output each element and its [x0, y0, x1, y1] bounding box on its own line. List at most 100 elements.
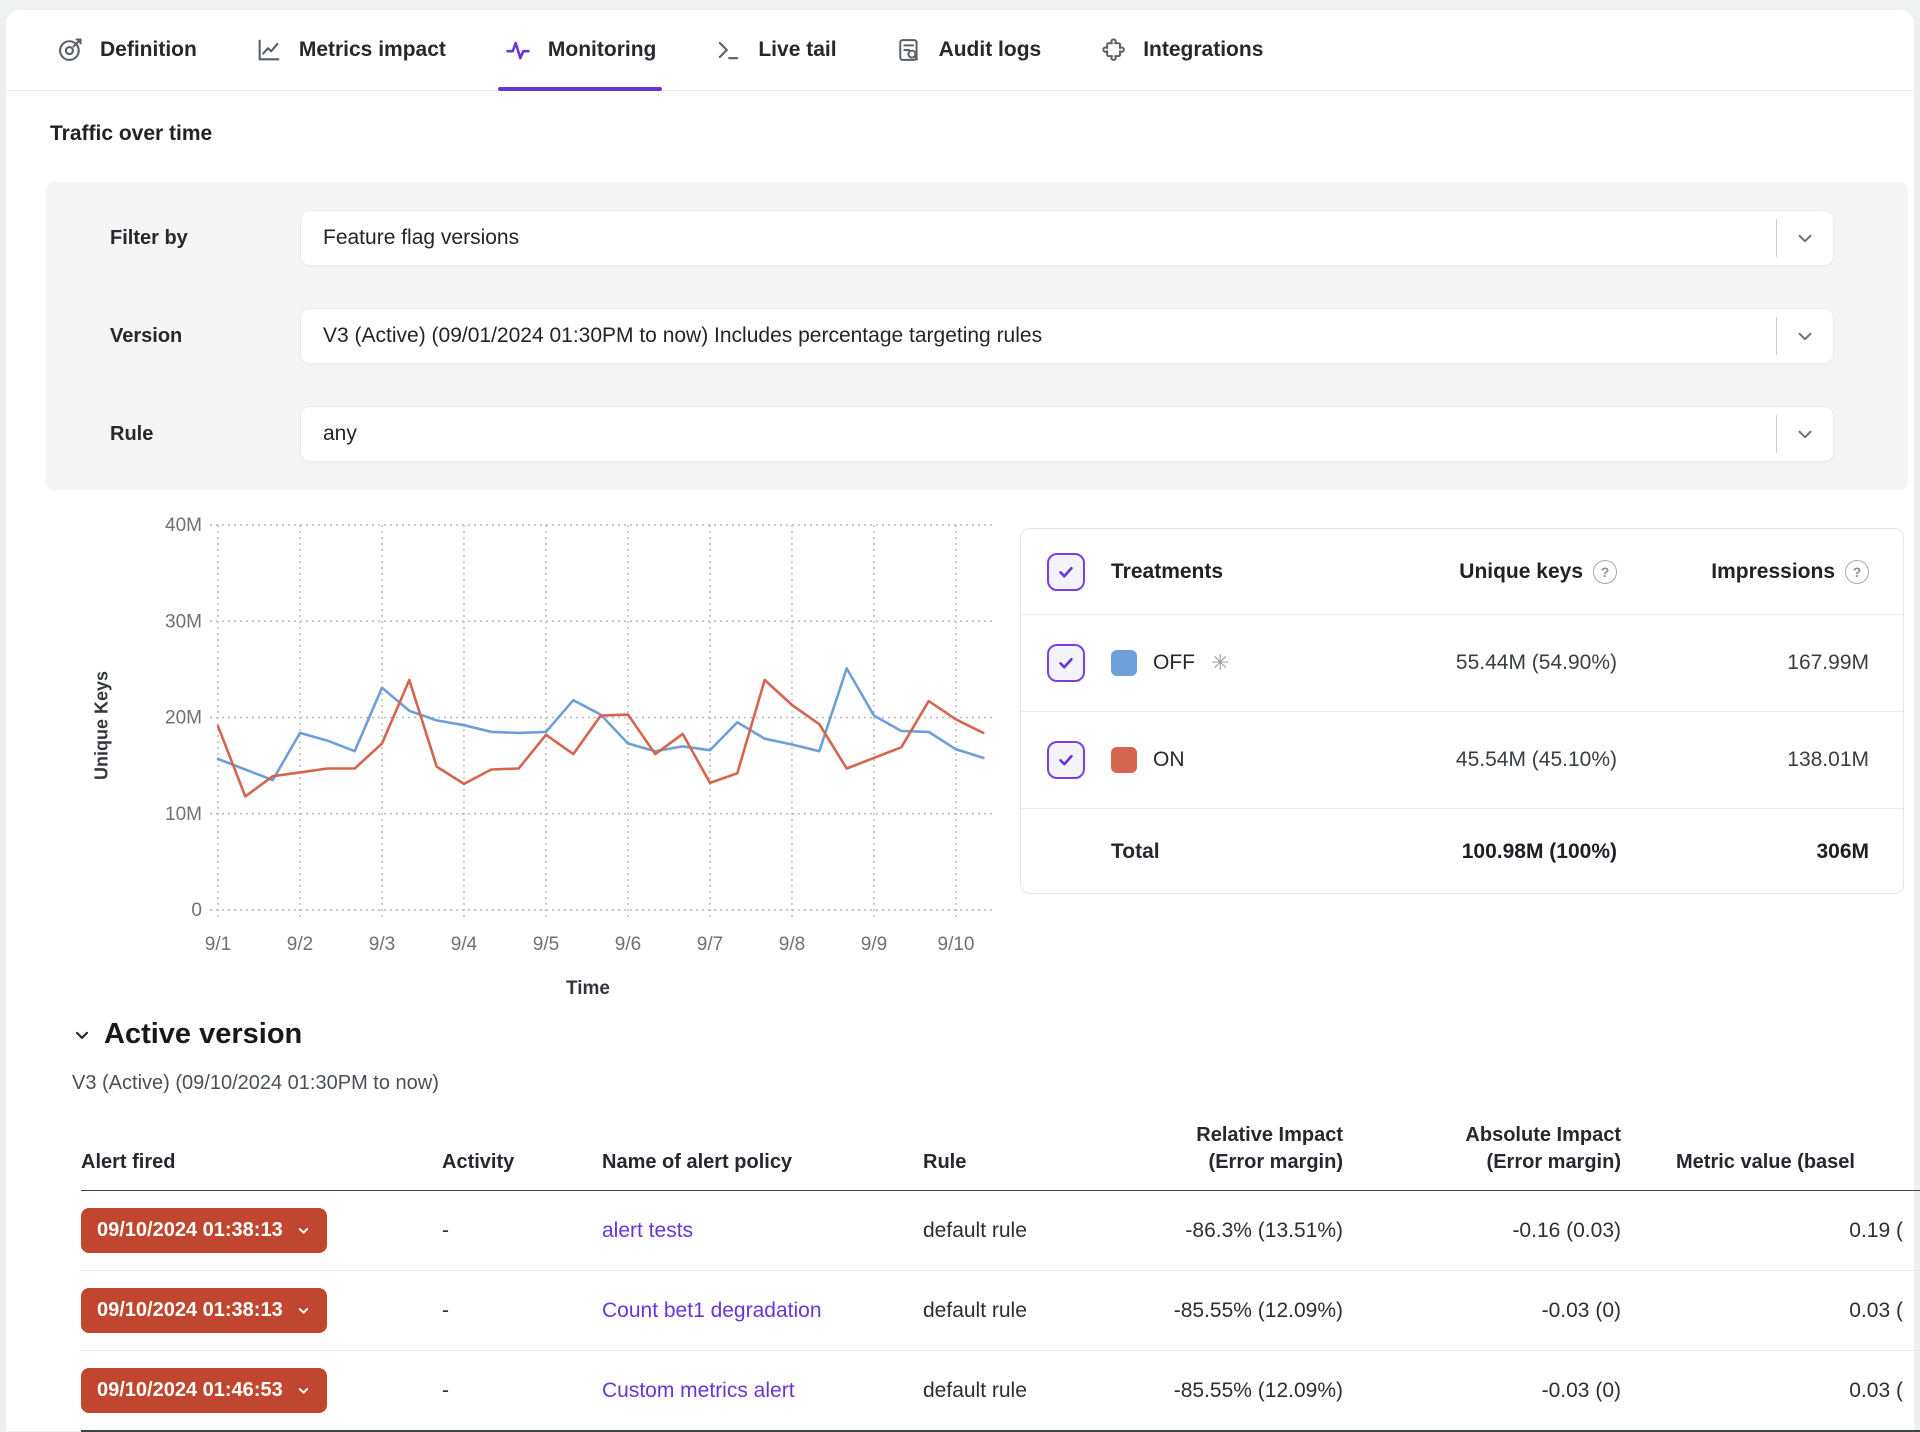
version-select[interactable]: V3 (Active) (09/01/2024 01:30PM to now) …: [300, 308, 1834, 364]
activity-cell: -: [426, 1219, 576, 1243]
tab-monitoring[interactable]: Monitoring: [504, 10, 656, 90]
absolute-impact-cell: -0.16 (0.03): [1343, 1219, 1621, 1243]
monitoring-pulse-icon: [504, 35, 534, 65]
select-divider: [1776, 415, 1777, 453]
page-title: Traffic over time: [50, 122, 212, 146]
select-divider: [1776, 317, 1777, 355]
tab-label: Definition: [100, 38, 197, 62]
svg-text:0: 0: [191, 900, 202, 921]
terminal-icon: [714, 35, 744, 65]
unique-keys-column-header: Unique keys ?: [1351, 560, 1617, 584]
default-treatment-icon: ✳: [1211, 650, 1229, 676]
tab-label: Audit logs: [939, 38, 1042, 62]
tab-definition[interactable]: Definition: [56, 10, 197, 90]
definition-icon: [56, 35, 86, 65]
relative-impact-cell: -85.55% (12.09%): [1043, 1379, 1343, 1403]
rule-select[interactable]: any: [300, 406, 1834, 462]
traffic-chart: Unique Keys 010M20M30M40M9/19/29/39/49/5…: [64, 510, 1014, 1015]
metric-value-cell: 0.19 (: [1621, 1219, 1920, 1243]
alert-policy-link[interactable]: alert tests: [576, 1219, 881, 1243]
tab-integrations[interactable]: Integrations: [1099, 10, 1263, 90]
tab-audit-logs[interactable]: Audit logs: [895, 10, 1042, 90]
tab-metrics-impact[interactable]: Metrics impact: [255, 10, 446, 90]
chevron-down-icon[interactable]: [1794, 423, 1816, 445]
metrics-impact-icon: [255, 35, 285, 65]
svg-text:9/3: 9/3: [369, 934, 395, 955]
treatments-header-row: Treatments Unique keys ? Impressions ?: [1021, 529, 1903, 615]
tab-bar: Definition Metrics impact Monitoring: [6, 10, 1914, 91]
select-divider: [1776, 219, 1777, 257]
treatment-row-off: OFF ✳ 55.44M (54.90%) 167.99M: [1021, 615, 1903, 712]
relative-impact-cell: -86.3% (13.51%): [1043, 1219, 1343, 1243]
active-version-title: Active version: [104, 1018, 302, 1051]
rule-cell: default rule: [881, 1219, 1043, 1243]
alert-fired-badge[interactable]: 09/10/2024 01:38:13: [81, 1208, 327, 1253]
puzzle-icon: [1099, 35, 1129, 65]
alerts-table-header: Alert fired Activity Name of alert polic…: [81, 1105, 1920, 1191]
tab-label: Live tail: [758, 38, 836, 62]
svg-text:9/2: 9/2: [287, 934, 313, 955]
filter-by-value: Feature flag versions: [301, 226, 519, 250]
activity-cell: -: [426, 1299, 576, 1323]
chevron-down-icon: [296, 1223, 311, 1238]
alert-fired-badge[interactable]: 09/10/2024 01:38:13: [81, 1288, 327, 1333]
alert-row: 09/10/2024 01:38:13 - Count bet1 degrada…: [81, 1271, 1920, 1351]
total-unique-keys: 100.98M (100%): [1351, 840, 1617, 864]
x-axis-title: Time: [218, 978, 958, 1000]
rule-value: any: [301, 422, 357, 446]
audit-log-icon: [895, 35, 925, 65]
rule-cell: default rule: [881, 1379, 1043, 1403]
svg-text:9/7: 9/7: [697, 934, 723, 955]
svg-text:10M: 10M: [165, 804, 202, 825]
impressions-column-header: Impressions ?: [1617, 560, 1869, 584]
on-checkbox[interactable]: [1047, 741, 1085, 779]
filter-panel: Filter by Feature flag versions Version …: [46, 182, 1908, 490]
help-icon[interactable]: ?: [1593, 560, 1617, 584]
active-version-section-header[interactable]: Active version: [72, 1018, 302, 1051]
chevron-down-icon[interactable]: [1794, 325, 1816, 347]
tab-live-tail[interactable]: Live tail: [714, 10, 836, 90]
off-unique-keys: 55.44M (54.90%): [1351, 651, 1617, 675]
filter-by-select[interactable]: Feature flag versions: [300, 210, 1834, 266]
chevron-down-icon: [296, 1383, 311, 1398]
total-impressions: 306M: [1617, 840, 1869, 864]
help-icon[interactable]: ?: [1845, 560, 1869, 584]
col-policy: Name of alert policy: [576, 1149, 881, 1176]
svg-text:20M: 20M: [165, 708, 202, 729]
svg-text:9/9: 9/9: [861, 934, 887, 955]
version-label: Version: [110, 325, 300, 348]
svg-text:9/6: 9/6: [615, 934, 641, 955]
filter-by-label: Filter by: [110, 227, 300, 250]
chevron-down-icon[interactable]: [1794, 227, 1816, 249]
tab-label: Integrations: [1143, 38, 1263, 62]
chevron-down-icon[interactable]: [72, 1025, 92, 1045]
alert-policy-link[interactable]: Count bet1 degradation: [576, 1299, 881, 1323]
svg-text:9/1: 9/1: [205, 934, 231, 955]
svg-text:9/5: 9/5: [533, 934, 559, 955]
col-relative-impact: Relative Impact (Error margin): [1043, 1122, 1343, 1176]
treatment-name: OFF: [1153, 651, 1195, 675]
version-value: V3 (Active) (09/01/2024 01:30PM to now) …: [301, 324, 1042, 348]
main-panel: Definition Metrics impact Monitoring: [6, 10, 1914, 1431]
off-checkbox[interactable]: [1047, 644, 1085, 682]
alert-fired-badge[interactable]: 09/10/2024 01:46:53: [81, 1368, 327, 1413]
on-impressions: 138.01M: [1617, 748, 1869, 772]
svg-text:9/8: 9/8: [779, 934, 805, 955]
svg-text:30M: 30M: [165, 611, 202, 632]
absolute-impact-cell: -0.03 (0): [1343, 1299, 1621, 1323]
treatments-panel: Treatments Unique keys ? Impressions ? O…: [1020, 528, 1904, 894]
alert-policy-link[interactable]: Custom metrics alert: [576, 1379, 881, 1403]
rule-label: Rule: [110, 423, 300, 446]
filter-row-filter-by: Filter by Feature flag versions: [110, 210, 1834, 266]
metric-value-cell: 0.03 (: [1621, 1379, 1920, 1403]
col-alert-fired: Alert fired: [81, 1149, 426, 1176]
tab-label: Metrics impact: [299, 38, 446, 62]
metric-value-cell: 0.03 (: [1621, 1299, 1920, 1323]
tab-label: Monitoring: [548, 38, 656, 62]
filter-row-rule: Rule any: [110, 406, 1834, 462]
relative-impact-cell: -85.55% (12.09%): [1043, 1299, 1343, 1323]
alert-row: 09/10/2024 01:38:13 - alert tests defaul…: [81, 1191, 1920, 1271]
alert-row: 09/10/2024 01:46:53 - Custom metrics ale…: [81, 1351, 1920, 1432]
select-all-checkbox[interactable]: [1047, 553, 1085, 591]
alerts-table: Alert fired Activity Name of alert polic…: [81, 1105, 1920, 1432]
